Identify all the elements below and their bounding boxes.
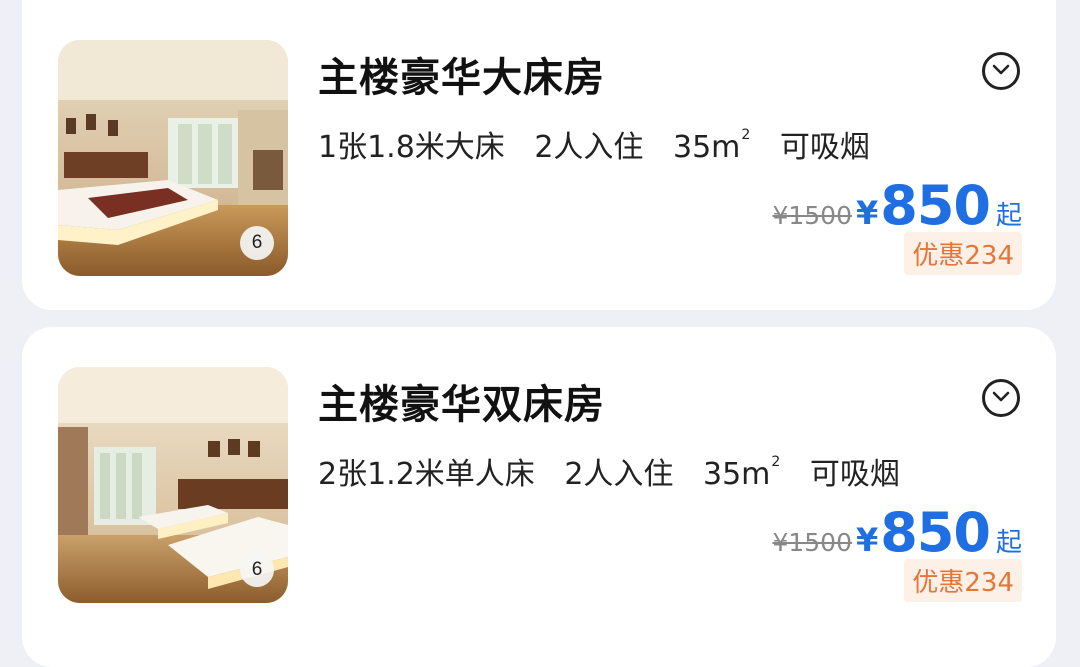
room-title: 主楼豪华大床房 bbox=[318, 55, 605, 101]
photo-count-badge: 6 bbox=[240, 553, 274, 587]
room-features: 1张1.8米大床 2人入住 35m2 可吸烟 bbox=[318, 122, 890, 166]
chevron-down-icon[interactable] bbox=[982, 52, 1020, 90]
currency-symbol: ¥ bbox=[855, 194, 879, 232]
room-photo-twin[interactable]: 6 bbox=[58, 367, 288, 603]
bed-info: 2张1.2米单人床 bbox=[318, 457, 535, 492]
area-info: 35m2 bbox=[672, 127, 751, 165]
area-info: 35m2 bbox=[702, 454, 781, 492]
smoking-info: 可吸烟 bbox=[809, 457, 900, 492]
price-row: ¥1500 ¥ 850 起 bbox=[772, 174, 1022, 237]
room-features: 2张1.2米单人床 2人入住 35m2 可吸烟 bbox=[318, 449, 920, 493]
currency-symbol: ¥ bbox=[855, 521, 879, 559]
guest-info: 2人入住 bbox=[564, 457, 674, 492]
discount-badge: 优惠234 bbox=[904, 559, 1022, 602]
area-value: 35m bbox=[672, 130, 741, 165]
current-price: 850 bbox=[880, 501, 991, 564]
original-price: ¥1500 bbox=[772, 201, 852, 230]
smoking-info: 可吸烟 bbox=[779, 130, 870, 165]
guest-info: 2人入住 bbox=[534, 130, 644, 165]
area-unit-sup: 2 bbox=[771, 454, 781, 470]
room-title: 主楼豪华双床房 bbox=[318, 382, 605, 428]
area-unit-sup: 2 bbox=[741, 127, 751, 143]
price-suffix: 起 bbox=[995, 201, 1022, 231]
room-card-king[interactable]: 6 主楼豪华大床房 1张1.8米大床 2人入住 35m2 可吸烟 ¥1500 ¥… bbox=[22, 0, 1056, 310]
original-price: ¥1500 bbox=[772, 528, 852, 557]
room-photo-king[interactable]: 6 bbox=[58, 40, 288, 276]
area-value: 35m bbox=[702, 457, 771, 492]
bed-info: 1张1.8米大床 bbox=[318, 130, 505, 165]
photo-count-badge: 6 bbox=[240, 226, 274, 260]
price-suffix: 起 bbox=[995, 528, 1022, 558]
room-card-twin[interactable]: 6 主楼豪华双床房 2张1.2米单人床 2人入住 35m2 可吸烟 ¥1500 … bbox=[22, 327, 1056, 667]
current-price: 850 bbox=[880, 174, 991, 237]
discount-badge: 优惠234 bbox=[904, 232, 1022, 275]
price-row: ¥1500 ¥ 850 起 bbox=[772, 501, 1022, 564]
chevron-down-icon[interactable] bbox=[982, 379, 1020, 417]
